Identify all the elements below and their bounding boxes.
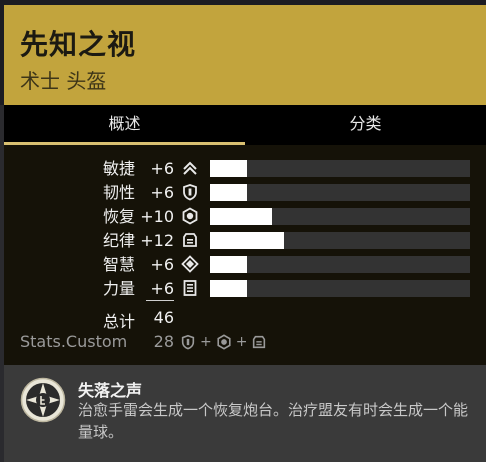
stat-bar-fill	[210, 160, 248, 177]
stat-bar-fill	[210, 208, 272, 225]
discipline-icon	[253, 335, 266, 349]
total-value: 46	[153, 308, 174, 327]
item-tooltip: 先知之视 术士 头盔 概述 分类 敏捷 +6 韧性 +6 恢复 +10 纪律 +…	[0, 0, 486, 462]
stat-value: +6	[150, 255, 174, 274]
mobility-icon	[183, 161, 197, 175]
custom-stats-label: Stats.Custom	[20, 332, 128, 351]
stat-row-intellect: 智慧 +6	[4, 254, 486, 278]
item-name: 先知之视	[20, 28, 137, 61]
stat-bar-track	[210, 160, 470, 177]
stat-bar-track	[210, 256, 470, 273]
resilience-icon	[183, 184, 197, 201]
stat-bar-track	[210, 184, 470, 201]
intellect-icon	[181, 255, 199, 273]
stat-name: 敏捷	[102, 159, 135, 178]
stat-bar-track	[210, 208, 470, 225]
stat-bar-fill	[210, 232, 285, 249]
stat-row-mobility: 敏捷 +6	[4, 158, 486, 182]
stat-name: 纪律	[102, 231, 135, 250]
item-type: 术士 头盔	[20, 69, 107, 93]
perk-description: 治愈手雷会生成一个恢复炮台。治疗盟友有时会生成一个能量球。	[78, 401, 469, 441]
stat-bar-fill	[210, 280, 248, 297]
stat-name: 恢复	[102, 207, 135, 226]
perk-compass-icon[interactable]	[20, 377, 66, 423]
total-divider	[146, 300, 174, 301]
discipline-icon	[183, 233, 197, 247]
tab-overview[interactable]: 概述	[4, 105, 245, 145]
stat-name: 智慧	[102, 255, 135, 274]
resilience-icon	[181, 334, 195, 350]
tab-bar: 概述 分类	[4, 105, 486, 145]
tab-category-label: 分类	[349, 114, 382, 133]
stat-bar-fill	[210, 184, 248, 201]
tab-category[interactable]: 分类	[245, 105, 486, 145]
stat-bar-track	[210, 280, 470, 297]
custom-stats-formula: + +	[180, 332, 267, 352]
recovery-icon	[182, 207, 198, 225]
recovery-icon	[217, 334, 231, 350]
stat-row-strength: 力量 +6	[4, 278, 486, 302]
stat-row-discipline: 纪律 +12	[4, 230, 486, 254]
stat-bar-fill	[210, 256, 248, 273]
stat-name: 韧性	[102, 183, 135, 202]
stat-value: +6	[150, 279, 174, 298]
stat-value: +10	[140, 207, 174, 226]
stat-bar-track	[210, 232, 470, 249]
plus-sign: +	[235, 334, 248, 350]
strength-icon	[183, 280, 197, 296]
perk-name: 失落之声	[78, 381, 143, 400]
stat-row-recovery: 恢复 +10	[4, 206, 486, 230]
stat-value: +6	[150, 159, 174, 178]
total-label: 总计	[102, 312, 135, 331]
stats-panel: 敏捷 +6 韧性 +6 恢复 +10 纪律 +12 智慧 +6 力量 +6 总计…	[4, 145, 486, 365]
stat-row-resilience: 韧性 +6	[4, 182, 486, 206]
stat-value: +12	[140, 231, 174, 250]
plus-sign: +	[200, 334, 212, 350]
tab-overview-label: 概述	[108, 114, 141, 133]
perk-section: 失落之声 治愈手雷会生成一个恢复炮台。治疗盟友有时会生成一个能量球。	[4, 365, 486, 462]
custom-stats-value: 28	[153, 332, 174, 351]
stat-value: +6	[150, 183, 174, 202]
item-header: 先知之视 术士 头盔	[4, 5, 486, 105]
stat-name: 力量	[102, 279, 135, 298]
